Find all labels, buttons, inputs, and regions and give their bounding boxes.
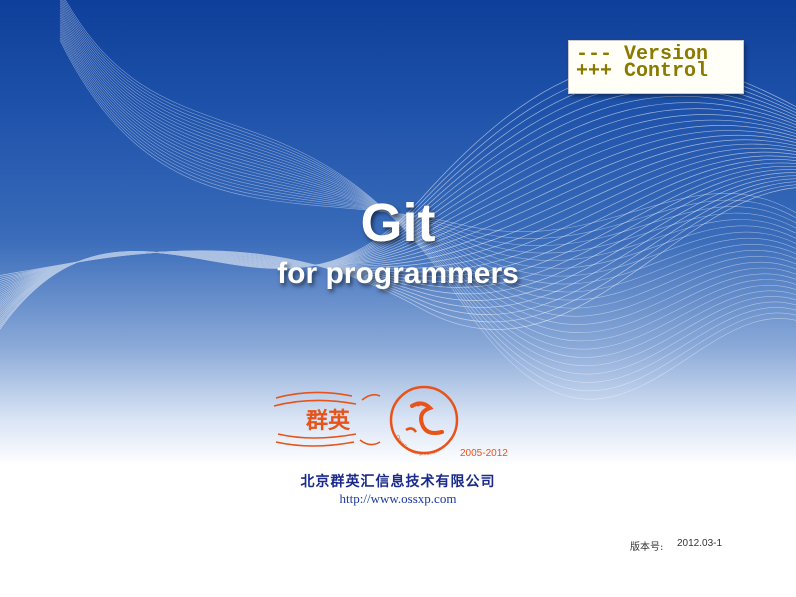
logo-years: 2005-2012	[460, 448, 508, 459]
version-label: 版本号:	[630, 542, 664, 553]
slide-subtitle: for programmers	[277, 257, 519, 290]
version-control-badge: --- Version +++ Control	[568, 40, 744, 94]
version-badge-line2: +++ Control	[576, 60, 709, 83]
logo-ring-text: OpenSourceXpress.com	[394, 434, 442, 457]
ossxp-logo: 群英 OpenSourceXpress.com	[273, 385, 459, 457]
svg-text:OpenSourceXpress.com: OpenSourceXpress.com	[394, 434, 442, 457]
slide-title: Git	[360, 193, 436, 253]
version-value: 2012.03-1	[677, 538, 723, 549]
company-url[interactable]: http://www.ossxp.com	[0, 491, 796, 507]
title-slide: --- Version +++ Control Git for programm…	[0, 0, 796, 597]
company-name: 北京群英汇信息技术有限公司	[300, 474, 496, 490]
logo-chinese-text: 群英	[306, 408, 351, 434]
